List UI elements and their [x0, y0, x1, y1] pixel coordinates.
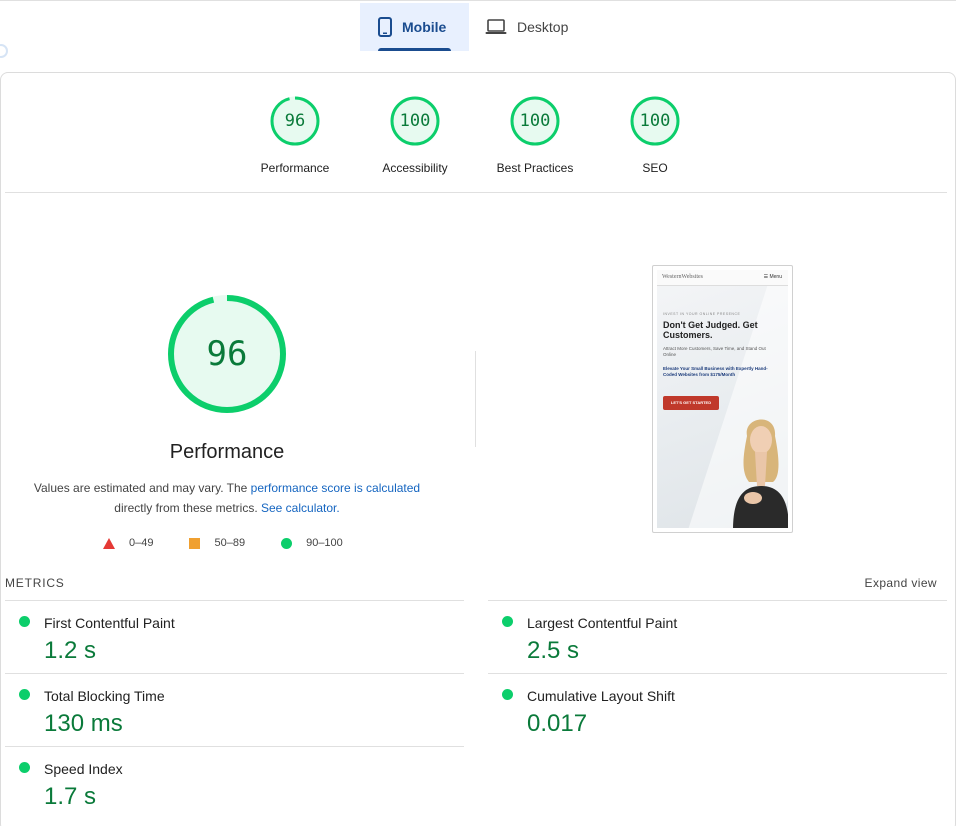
laptop-icon [485, 19, 507, 35]
metric-name: Cumulative Layout Shift [527, 688, 675, 704]
tab-desktop[interactable]: Desktop [469, 3, 586, 51]
triangle-icon [103, 537, 115, 549]
metric-value: 0.017 [527, 710, 588, 737]
category-summary: 96 Performance 100 Accessibility 100 Bes… [5, 73, 947, 193]
pass-circle-icon [19, 616, 30, 627]
screenshot-kicker: INVEST IN YOUR ONLINE PRESENCE [663, 312, 741, 316]
category-label: SEO [642, 161, 668, 175]
person-photo [733, 419, 788, 528]
metric-value: 2.5 s [527, 637, 580, 664]
performance-score: 96 [206, 334, 248, 374]
vertical-divider [475, 351, 476, 447]
pass-circle-icon [19, 762, 30, 773]
tab-mobile-label: Mobile [402, 19, 447, 35]
desc-prefix: Values are estimated and may vary. The [33, 481, 251, 495]
screenshot-menu: ☰ Menu [763, 274, 782, 280]
device-tabs: Mobile Desktop [360, 3, 586, 51]
metric-cls[interactable]: Cumulative Layout Shift 0.017 [488, 673, 947, 746]
screenshot-cta: LET'S GET STARTED [663, 396, 719, 410]
category-score: 96 [284, 111, 306, 131]
metric-fcp[interactable]: First Contentful Paint 1.2 s [5, 600, 464, 673]
pass-circle-icon [502, 689, 513, 700]
category-label: Best Practices [496, 161, 574, 175]
metric-name: Largest Contentful Paint [527, 615, 678, 631]
category-gauge-seo[interactable]: 100 SEO [595, 95, 715, 175]
metric-name: Speed Index [44, 761, 123, 777]
pass-circle-icon [19, 689, 30, 700]
metric-name: First Contentful Paint [44, 615, 175, 631]
performance-gauge: 96 [165, 292, 289, 416]
metrics-title: METRICS [5, 576, 65, 590]
metric-lcp[interactable]: Largest Contentful Paint 2.5 s [488, 600, 947, 673]
metric-name: Total Blocking Time [44, 688, 165, 704]
screenshot-subtext: Attract More Customers, Save Time, and S… [663, 346, 766, 357]
metric-value: 1.7 s [44, 783, 97, 810]
phone-icon [378, 17, 392, 37]
category-score: 100 [519, 111, 551, 131]
metric-value: 130 ms [44, 710, 123, 737]
score-calculated-link[interactable]: performance score is calculated [251, 481, 420, 495]
tab-desktop-label: Desktop [517, 19, 569, 35]
legend-label: 50–89 [214, 537, 246, 549]
page-screenshot-thumbnail[interactable]: WesternWebsites ☰ Menu INVEST IN YOUR ON… [652, 265, 793, 533]
square-icon [189, 537, 201, 549]
category-label: Accessibility [382, 161, 448, 175]
screenshot-content: WesternWebsites ☰ Menu INVEST IN YOUR ON… [657, 270, 788, 528]
tab-mobile[interactable]: Mobile [360, 3, 469, 51]
metric-value: 1.2 s [44, 637, 97, 664]
category-score: 100 [399, 111, 431, 131]
category-gauge-performance[interactable]: 96 Performance [235, 95, 355, 175]
screenshot-headline: Don't Get Judged. Get Customers. [663, 320, 758, 340]
performance-title: Performance [169, 441, 285, 463]
category-label: Performance [260, 161, 330, 175]
legend-fail: 0–49 [103, 537, 153, 549]
screenshot-nav: WesternWebsites ☰ Menu [657, 270, 788, 286]
expand-view-toggle[interactable]: Expand view [865, 576, 937, 590]
circle-icon [281, 537, 293, 549]
desc-middle: directly from these metrics. [114, 501, 258, 515]
legend-pass: 90–100 [281, 537, 343, 549]
category-score: 100 [639, 111, 671, 131]
category-gauge-best-practices[interactable]: 100 Best Practices [475, 95, 595, 175]
score-legend: 0–49 50–89 90–100 [103, 537, 379, 549]
category-gauge-accessibility[interactable]: 100 Accessibility [355, 95, 475, 175]
legend-average: 50–89 [189, 537, 245, 549]
performance-description: Values are estimated and may vary. The p… [21, 478, 433, 518]
legend-label: 90–100 [306, 537, 343, 549]
pass-circle-icon [502, 616, 513, 627]
screenshot-highlight: Elevate Your Small Business with Expertl… [663, 366, 768, 377]
screenshot-logo: WesternWebsites [662, 274, 704, 280]
metric-tbt[interactable]: Total Blocking Time 130 ms [5, 673, 464, 746]
report-card: 96 Performance 100 Accessibility 100 Bes… [0, 72, 956, 826]
scrolled-header-fragment [0, 40, 140, 58]
legend-label: 0–49 [129, 537, 154, 549]
see-calculator-link[interactable]: See calculator. [261, 501, 340, 515]
metric-speed-index[interactable]: Speed Index 1.7 s [5, 746, 464, 819]
partial-circle-icon [0, 44, 8, 58]
